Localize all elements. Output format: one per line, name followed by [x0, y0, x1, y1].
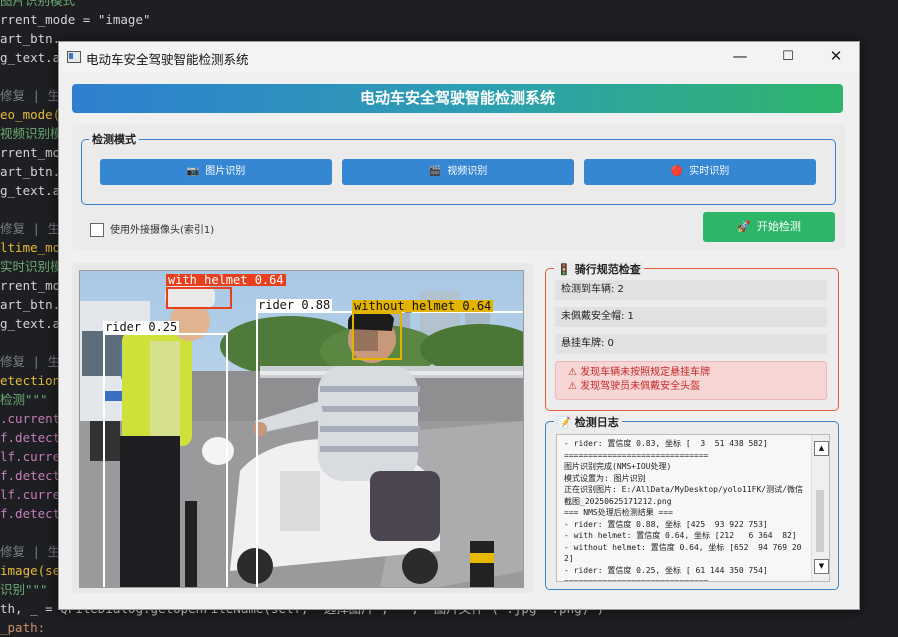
code-line: g_text.a	[0, 50, 61, 65]
log-panel-title: 📝 检测日志	[554, 414, 622, 430]
code-line: rrent_mo	[0, 278, 61, 293]
code-line: f.detect	[0, 506, 61, 521]
violation-alert: ⚠ 发现车辆未按照规定悬挂车牌 ⚠ 发现驾驶员未佩戴安全头盔	[555, 361, 827, 400]
image-mode-button[interactable]: 📷 图片识别	[100, 159, 332, 185]
external-camera-checkbox[interactable]	[90, 223, 104, 237]
code-line: eo_mode(	[0, 107, 61, 122]
code-line: 检测"""	[0, 392, 48, 407]
app-icon	[67, 51, 81, 63]
clapper-icon: 🎬	[428, 166, 442, 177]
code-line: .current	[0, 411, 61, 426]
detection-label: with_helmet 0.64	[166, 273, 286, 287]
no-helmet-count: 未佩戴安全帽: 1	[555, 307, 827, 327]
code-line: rrent_mo	[0, 145, 61, 160]
code-line: f.detect	[0, 468, 61, 483]
detection-label: without_helmet 0.64	[352, 299, 494, 313]
memo-icon: 📝	[557, 416, 571, 429]
detection-box-without-helmet	[352, 312, 402, 360]
record-icon: 🔴	[670, 166, 684, 177]
realtime-mode-button[interactable]: 🔴 实时识别	[584, 159, 816, 185]
code-line: image(se	[0, 563, 61, 578]
code-line: art_btn.	[0, 164, 61, 179]
scroll-up-icon[interactable]: ▲	[814, 441, 829, 456]
code-line: etection	[0, 373, 61, 388]
image-display-panel: with_helmet 0.64 rider 0.88 without_helm…	[72, 263, 533, 593]
compliance-panel-title: 🚦 骑行规范检查	[554, 261, 644, 277]
external-camera-label: 使用外接摄像头(索引1)	[110, 225, 215, 236]
code-line: art_btn.	[0, 297, 61, 312]
scroll-down-icon[interactable]: ▼	[814, 559, 829, 574]
code-line: 图片识别模式"""	[0, 0, 98, 8]
traffic-light-icon: 🚦	[557, 263, 571, 276]
app-window: 电动车安全驾驶智能检测系统 — ☐ ✕ 电动车安全驾驶智能检测系统 检测模式 📷…	[58, 41, 860, 610]
code-line: f.detect	[0, 430, 61, 445]
camera-icon: 📷	[186, 166, 200, 177]
alert-no-plate: ⚠ 发现车辆未按照规定悬挂车牌	[568, 367, 711, 378]
external-camera-option[interactable]: 使用外接摄像头(索引1)	[90, 221, 214, 237]
video-mode-label: 视频识别	[447, 166, 488, 177]
license-plate-count: 悬挂车牌: 0	[555, 334, 827, 354]
minimize-button[interactable]: —	[717, 42, 763, 72]
detection-label: rider 0.25	[103, 320, 180, 334]
riding-compliance-panel: 🚦 骑行规范检查 检测到车辆: 2 未佩戴安全帽: 1 悬挂车牌: 0 ⚠ 发现车…	[545, 261, 839, 411]
image-mode-label: 图片识别	[205, 166, 246, 177]
detection-box-with-helmet	[166, 287, 232, 309]
code-line: lf.curre	[0, 487, 61, 502]
code-line: lf.curre	[0, 449, 61, 464]
code-line: art_btn.	[0, 31, 61, 46]
header-banner: 电动车安全驾驶智能检测系统	[72, 84, 843, 113]
mode-group-title: 检测模式	[89, 131, 139, 147]
code-line: g_text.a	[0, 316, 61, 331]
rocket-icon: 🚀	[737, 220, 751, 233]
start-detection-button[interactable]: 🚀 开始检测	[703, 212, 835, 242]
detection-box-rider	[103, 333, 228, 587]
close-button[interactable]: ✕	[813, 42, 859, 72]
log-text: - rider: 置信度 0.83, 坐标 [ 3 51 438 582] ==…	[564, 439, 803, 582]
window-title: 电动车安全驾驶智能检测系统	[86, 52, 249, 67]
code-line: _path:	[0, 620, 46, 635]
code-line: 视频识别模	[0, 126, 63, 141]
start-detection-label: 开始检测	[756, 220, 801, 233]
code-line: rrent_mode = "image"	[0, 12, 151, 27]
scroll-thumb[interactable]	[816, 490, 824, 552]
realtime-mode-label: 实时识别	[689, 166, 730, 177]
alert-no-helmet: ⚠ 发现驾驶员未佩戴安全头盔	[568, 381, 701, 392]
control-panel: 检测模式 📷 图片识别 🎬 视频识别 🔴 实时识别 使用外接摄像头(索引1) 🚀 开始检…	[72, 124, 845, 250]
code-line: 识别"""	[0, 582, 48, 597]
detection-label: rider 0.88	[256, 298, 333, 312]
title-bar: 电动车安全驾驶智能检测系统 — ☐ ✕	[59, 42, 859, 72]
vehicle-count: 检测到车辆: 2	[555, 280, 827, 300]
code-line: 实时识别模	[0, 259, 63, 274]
detection-log-panel: 📝 检测日志 - rider: 置信度 0.83, 坐标 [ 3 51 438 5…	[545, 414, 839, 590]
video-mode-button[interactable]: 🎬 视频识别	[342, 159, 574, 185]
maximize-button[interactable]: ☐	[765, 42, 811, 72]
mode-group: 检测模式 📷 图片识别 🎬 视频识别 🔴 实时识别	[81, 131, 836, 205]
detection-image: with_helmet 0.64 rider 0.88 without_helm…	[79, 270, 524, 588]
code-line: g_text.a	[0, 183, 61, 198]
log-textbox[interactable]: - rider: 置信度 0.83, 坐标 [ 3 51 438 582] ==…	[556, 434, 830, 582]
log-scrollbar[interactable]: ▲ ▼	[811, 435, 829, 581]
code-line: ltime_mo	[0, 240, 61, 255]
